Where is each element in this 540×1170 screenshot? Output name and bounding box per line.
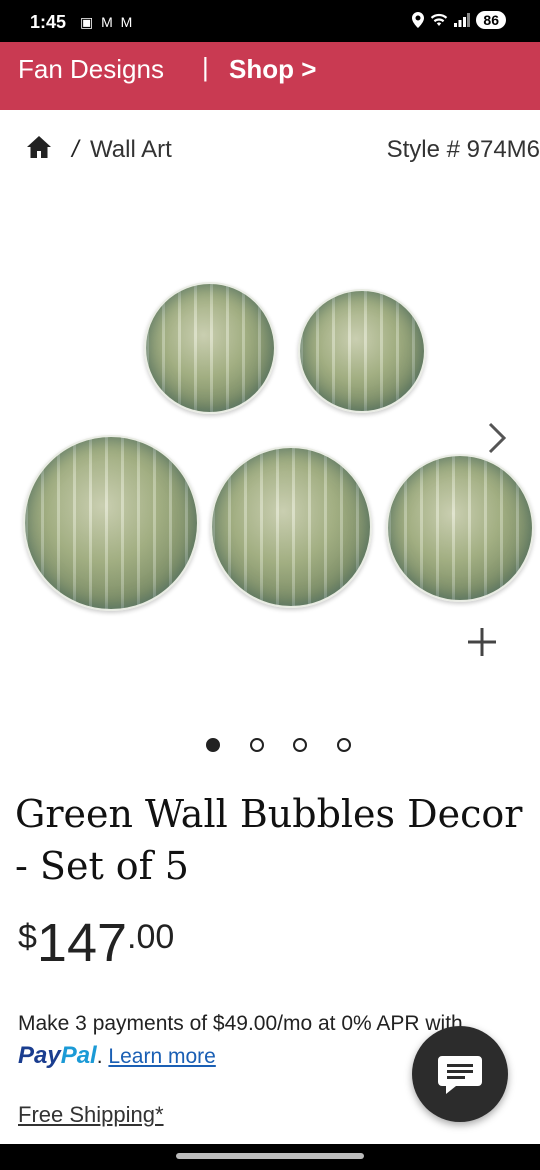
installments-text: Make 3 payments of $49.00/mo at 0% APR w…	[18, 1012, 463, 1035]
system-nav-bar	[0, 1144, 540, 1170]
product-price: $147.00	[18, 912, 174, 974]
product-title: Green Wall Bubbles Decor - Set of 5	[15, 792, 523, 888]
free-shipping-link[interactable]: Free Shipping*	[18, 1102, 164, 1128]
banner-separator: |	[202, 52, 209, 82]
location-icon	[412, 12, 425, 28]
wifi-icon	[431, 13, 448, 26]
product-image-ball	[144, 282, 276, 414]
price-currency: $	[18, 918, 37, 956]
banner-fan-designs[interactable]: Fan Designs	[18, 54, 164, 85]
carousel-pagination	[0, 738, 540, 758]
product-image-ball	[386, 454, 534, 602]
product-image-carousel[interactable]	[0, 190, 540, 720]
paypal-logo: PayPal	[18, 1042, 97, 1069]
home-icon[interactable]	[26, 134, 52, 165]
product-image-ball	[23, 435, 199, 611]
carousel-dot[interactable]	[250, 738, 264, 752]
style-number: Style # 974M6	[386, 136, 540, 163]
home-gesture-pill[interactable]	[176, 1153, 364, 1159]
breadcrumb: / Wall Art Style # 974M6	[0, 110, 540, 190]
battery-indicator: 86	[476, 11, 506, 29]
promo-banner[interactable]: Fan Designs | Shop >	[0, 42, 540, 110]
chat-icon	[438, 1056, 482, 1094]
price-cents: .00	[127, 918, 175, 956]
carousel-dot[interactable]	[293, 738, 307, 752]
product-image-ball	[210, 446, 372, 608]
zoom-plus-icon[interactable]	[466, 620, 498, 668]
price-whole: 147	[36, 913, 128, 973]
chevron-right-icon[interactable]	[486, 420, 508, 465]
notification-icons: ▣ M M	[80, 14, 135, 30]
carousel-dot[interactable]	[206, 738, 220, 752]
carousel-dot[interactable]	[337, 738, 351, 752]
status-bar: 1:45 ▣ M M 86	[0, 0, 540, 42]
signal-icon	[454, 13, 471, 27]
product-image-ball	[298, 289, 426, 413]
chat-button[interactable]	[412, 1026, 508, 1122]
status-right-icons: 86	[412, 11, 506, 29]
banner-shop-link[interactable]: Shop >	[229, 54, 316, 85]
learn-more-link[interactable]: Learn more	[108, 1045, 215, 1068]
breadcrumb-wall-art[interactable]: Wall Art	[90, 136, 172, 164]
status-time: 1:45	[30, 12, 67, 32]
breadcrumb-separator: /	[72, 136, 79, 163]
